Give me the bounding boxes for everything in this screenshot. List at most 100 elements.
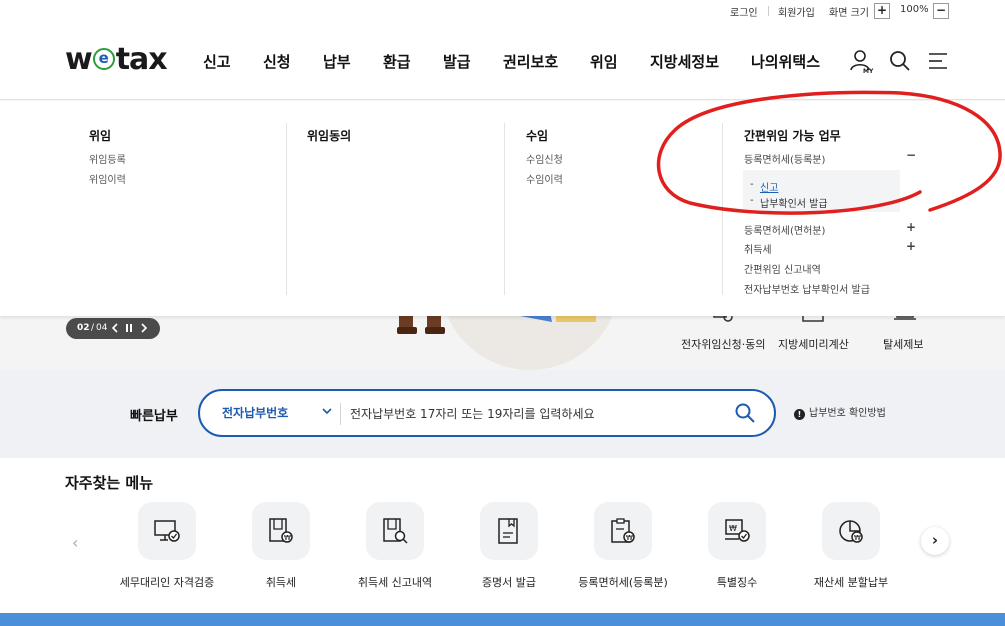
fast-payment-searchbox: 전자납부번호 (198, 389, 776, 437)
search-divider (340, 403, 341, 425)
nav-rights-protection[interactable]: 권리보호 (503, 51, 558, 72)
icon-box (366, 502, 424, 560)
pager-separator: / (91, 323, 95, 333)
bottom-banner-strip (0, 613, 1005, 626)
utility-bar: 로그인 회원가입 화면 크기 + 100% − (0, 0, 1005, 24)
logo-text-tax: tax (115, 41, 168, 77)
pager-next-icon[interactable] (140, 323, 148, 333)
nav-issue[interactable]: 발급 (443, 51, 471, 72)
pie-won-icon: ₩ (839, 520, 863, 543)
freq-label: 증명서 발급 (481, 576, 537, 589)
freq-label: 취득세 (265, 576, 297, 589)
menu-group-registration-tax[interactable]: 등록면허세(등록분) (744, 151, 825, 166)
icon-box (480, 502, 538, 560)
submenu-bullet: - (750, 179, 754, 190)
help-link-text: 납부번호 확인방법 (809, 408, 886, 419)
icon-box: ₩ (822, 502, 880, 560)
monitor-check-icon (154, 520, 180, 542)
freq-item-property-installment[interactable]: ₩ 재산세 분할납부 (796, 502, 906, 592)
carousel-next-button[interactable]: › (921, 527, 949, 555)
quick-e-delegation[interactable]: 전자위임신청·동의 (681, 336, 765, 352)
quick-tax-estimate[interactable]: 지방세미리계산 (778, 336, 849, 352)
box-won-check-icon: ₩ (725, 519, 750, 542)
menu-col-simple-delegation: 간편위임 가능 업무 등록면허세(등록분) − - 신고 - 납부확인서 발급 … (0, 101, 1005, 316)
doc-won-icon: ₩ (269, 518, 293, 543)
zoom-value: 100% (900, 4, 929, 15)
submenu-box: - 신고 - 납부확인서 발급 (743, 170, 900, 212)
freq-label: 특별징수 (716, 576, 758, 589)
pager-pause-icon[interactable] (125, 323, 133, 333)
collapse-toggle[interactable]: − (906, 148, 916, 162)
freq-label: 세무대리인 자격검증 (119, 576, 215, 589)
icon-box (138, 502, 196, 560)
nav-refund[interactable]: 환급 (383, 51, 411, 72)
search-icon[interactable] (887, 48, 913, 74)
hamburger-menu-icon[interactable] (926, 48, 952, 74)
site-header: w e tax 신고 신청 납부 환급 발급 권리보호 위임 지방세정보 나의위택스… (0, 24, 1005, 100)
menu-link-simple-report-history[interactable]: 간편위임 신고내역 (744, 261, 821, 276)
icon-box: ₩ (594, 502, 652, 560)
freq-label: 재산세 분할납부 (813, 576, 889, 589)
freq-item-tax-agent-verify[interactable]: 세무대리인 자격검증 (112, 502, 222, 592)
hero-boots-icon (397, 315, 445, 334)
zoom-in-button[interactable]: + (874, 3, 890, 19)
submenu-bullet: - (750, 195, 754, 206)
quick-tax-evasion-report[interactable]: 탈세제보 (883, 336, 923, 352)
certificate-icon (498, 518, 518, 544)
submenu-report-link[interactable]: 신고 (760, 179, 778, 194)
svg-text:₩: ₩ (854, 534, 861, 542)
svg-text:₩: ₩ (626, 534, 633, 542)
menu-link-payment-certificate[interactable]: 전자납부번호 납부확인서 발급 (744, 281, 870, 296)
menu-group-acquisition-tax[interactable]: 취득세 (744, 241, 772, 256)
login-link[interactable]: 로그인 (730, 4, 758, 19)
pager-prev-icon[interactable] (111, 323, 119, 333)
nav-report[interactable]: 신고 (203, 51, 231, 72)
nav-delegation[interactable]: 위임 (590, 51, 618, 72)
payment-number-help-link[interactable]: ! 납부번호 확인방법 (794, 404, 886, 420)
pager-current: 02 (77, 323, 90, 333)
banner-pager: 02 / 04 (66, 318, 160, 339)
wetax-logo[interactable]: w e tax (65, 41, 168, 77)
menu-group-license-tax[interactable]: 등록면허세(면허분) (744, 222, 825, 237)
signup-link[interactable]: 회원가입 (778, 4, 815, 19)
delegation-mega-menu: 위임 위임등록 위임이력 위임동의 수임 수임신청 수임이력 간편위임 가능 업… (0, 101, 1005, 316)
expand-toggle[interactable]: + (906, 220, 916, 234)
nav-payment[interactable]: 납부 (323, 51, 351, 72)
util-divider (768, 6, 769, 16)
freq-item-acquisition-history[interactable]: 취득세 신고내역 (340, 502, 450, 592)
nav-local-tax-info[interactable]: 지방세정보 (650, 51, 719, 72)
fast-payment-label: 빠른납부 (130, 409, 178, 424)
my-badge-text: MY (863, 68, 874, 74)
submenu-certificate-link[interactable]: 납부확인서 발급 (760, 195, 828, 210)
frequent-menu-title: 자주찾는 메뉴 (65, 474, 154, 492)
payment-number-input[interactable] (350, 401, 710, 427)
payment-type-select[interactable]: 전자납부번호 (222, 404, 288, 421)
svg-text:₩: ₩ (729, 524, 737, 533)
freq-item-acquisition-tax[interactable]: ₩ 취득세 (226, 502, 336, 592)
carousel-prev-button[interactable]: ‹ (72, 533, 78, 552)
menu-title-simple-delegation: 간편위임 가능 업무 (744, 129, 841, 143)
doc-search-icon (383, 518, 408, 544)
icon-box: ₩ (708, 502, 766, 560)
chevron-down-icon[interactable] (320, 404, 334, 418)
logo-text-e: e (92, 48, 115, 70)
freq-label: 등록면허세(등록분) (578, 576, 668, 589)
nav-apply[interactable]: 신청 (263, 51, 291, 72)
logo-text-w: w (65, 41, 93, 77)
zoom-label: 화면 크기 (829, 8, 869, 19)
freq-label: 취득세 신고내역 (357, 576, 433, 589)
zoom-out-button[interactable]: − (933, 3, 949, 19)
icon-box: ₩ (252, 502, 310, 560)
freq-item-certificate[interactable]: 증명서 발급 (454, 502, 564, 592)
svg-text:₩: ₩ (284, 534, 291, 542)
info-icon: ! (794, 409, 805, 420)
nav-my-wetax[interactable]: 나의위택스 (751, 51, 820, 72)
freq-item-registration-tax[interactable]: ₩ 등록면허세(등록분) (568, 502, 678, 592)
freq-item-special-collection[interactable]: ₩ 특별징수 (682, 502, 792, 592)
clipboard-won-icon: ₩ (611, 518, 635, 543)
my-user-icon[interactable]: MY (848, 48, 874, 74)
fast-payment-section: 빠른납부 전자납부번호 ! 납부번호 확인방법 (0, 370, 1005, 458)
search-icon[interactable] (734, 402, 756, 424)
expand-toggle[interactable]: + (906, 239, 916, 253)
pager-total: 04 (96, 323, 108, 333)
